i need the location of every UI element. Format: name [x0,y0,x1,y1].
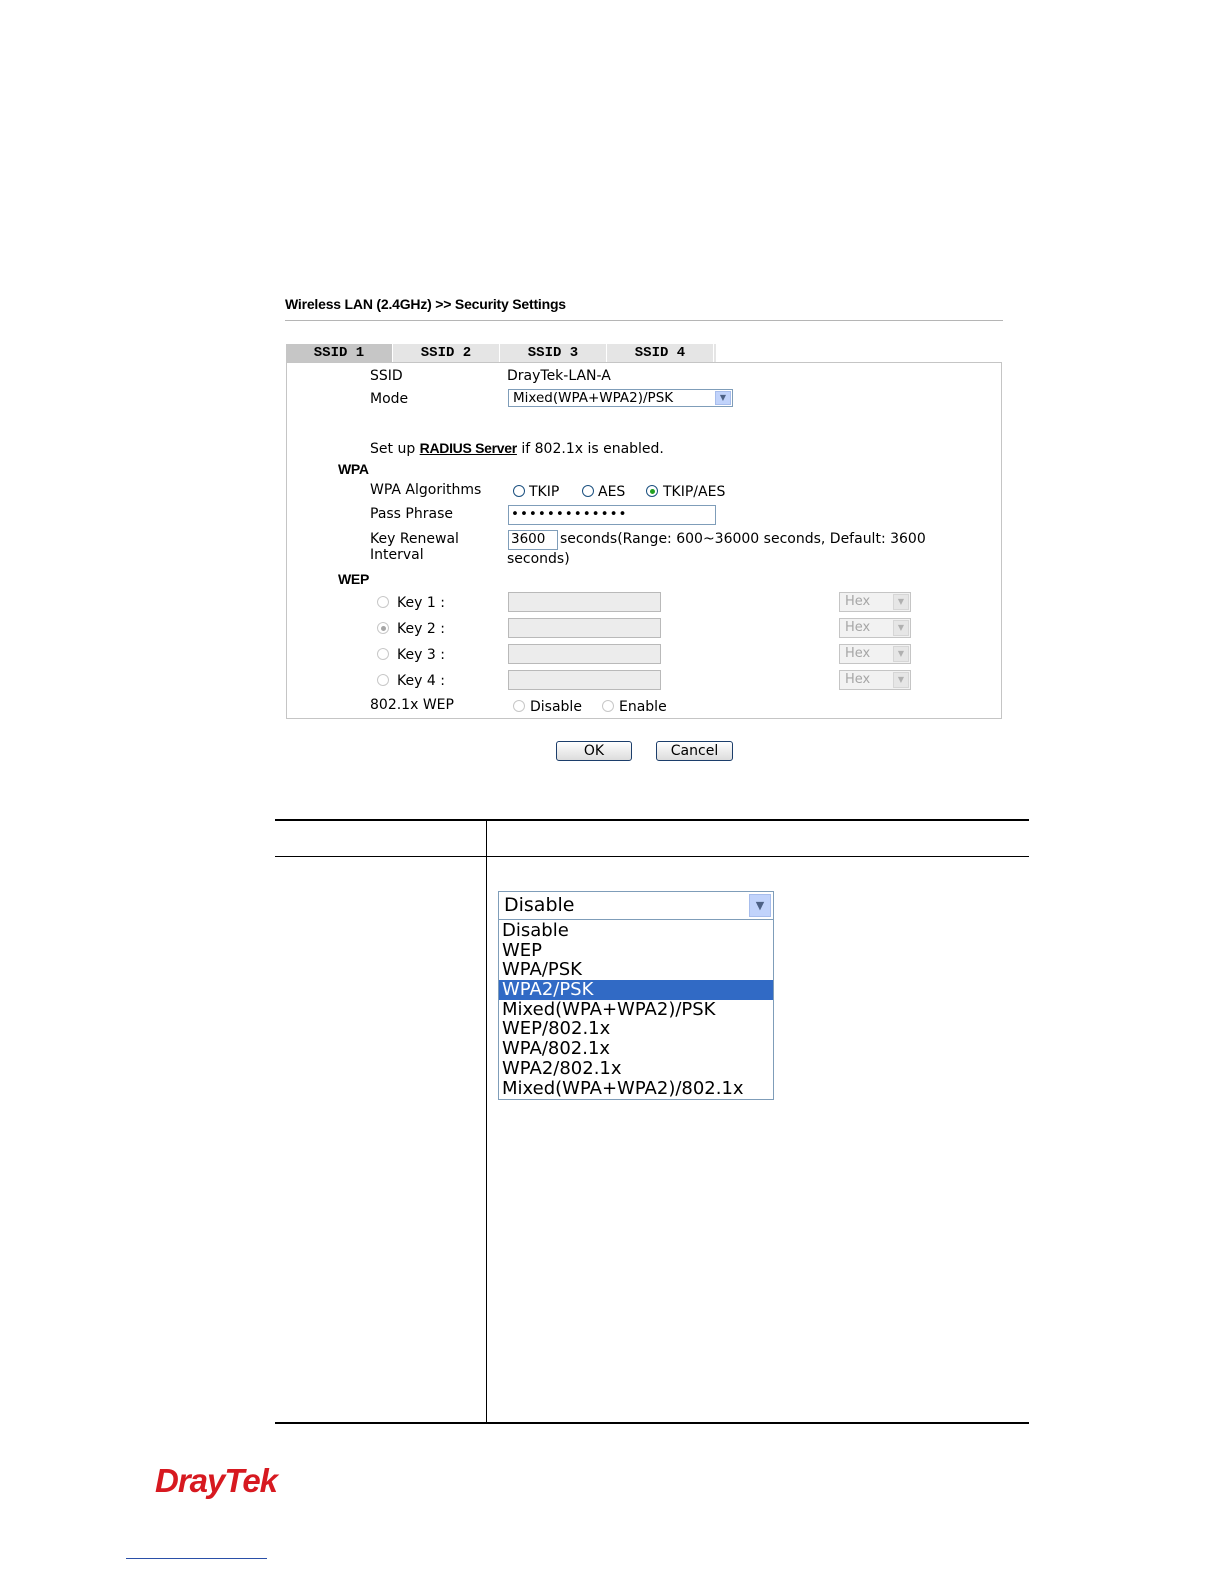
ssid-label: SSID [370,368,403,384]
key-2-radio[interactable] [377,622,389,634]
table-column-divider [486,820,487,1423]
draytek-logo: DrayTek [155,1462,278,1499]
table-header-rule [275,856,1029,857]
aes-label: AES [598,484,626,500]
key-4-radio[interactable] [377,674,389,686]
key-3-input[interactable] [508,644,661,664]
dot1x-enable-radio[interactable] [602,700,614,712]
ok-button[interactable]: OK [556,741,632,761]
dot1x-wep-label: 802.1x WEP [370,697,454,713]
mode-option-mixed-psk[interactable]: Mixed(WPA+WPA2)/PSK [499,1000,773,1020]
ssid-tab-bar: SSID 1 SSID 2 SSID 3 SSID 4 [286,344,716,362]
wep-heading: WEP [338,571,369,587]
mode-option-wpa2-8021x[interactable]: WPA2/802.1x [499,1059,773,1079]
radius-note-prefix: Set up [370,441,420,457]
mode-option-wep[interactable]: WEP [499,940,773,961]
cancel-button[interactable]: Cancel [656,741,733,761]
chevron-down-icon: ▼ [749,894,771,917]
mode-option-wep-8021x[interactable]: WEP/802.1x [499,1019,773,1039]
key-2-label: Key 2 : [397,621,445,637]
key-3-label: Key 3 : [397,647,445,663]
tab-ssid-3[interactable]: SSID 3 [500,344,607,362]
mode-option-wpa2-psk[interactable]: WPA2/PSK [499,980,773,1000]
mode-option-disable[interactable]: Disable [499,921,773,941]
key-renewal-note-line-2: seconds) [507,551,570,567]
wpa-heading: WPA [338,461,369,477]
tkip-radio[interactable] [513,485,525,497]
footer-link-underline [126,1558,267,1559]
pass-phrase-label: Pass Phrase [370,506,453,522]
key-renewal-note: seconds(Range: 600~36000 seconds, Defaul… [560,531,926,547]
tkip-aes-label: TKIP/AES [663,484,726,500]
key-1-radio[interactable] [377,596,389,608]
radius-note-suffix: if 802.1x is enabled. [516,441,664,457]
key-renewal-label-line-2: Interval [370,547,424,563]
mode-select[interactable]: Mixed(WPA+WPA2)/PSK ▼ [508,389,733,407]
chevron-down-icon: ▼ [893,594,909,610]
chevron-down-icon: ▼ [715,391,731,405]
key-1-label: Key 1 : [397,595,445,611]
chevron-down-icon: ▼ [893,672,909,688]
mode-option-wpa-8021x[interactable]: WPA/802.1x [499,1039,773,1059]
aes-radio[interactable] [582,485,594,497]
tab-ssid-1[interactable]: SSID 1 [286,344,393,362]
table-bottom-rule [275,1422,1029,1424]
mode-select-value: Mixed(WPA+WPA2)/PSK [513,390,674,406]
key-2-format-select[interactable]: Hex ▼ [839,618,911,638]
dot1x-enable-label: Enable [619,699,667,715]
dot1x-disable-label: Disable [530,699,582,715]
mode-option-wpa-psk[interactable]: WPA/PSK [499,960,773,980]
key-1-format-select[interactable]: Hex ▼ [839,592,911,612]
mode-label: Mode [370,391,409,407]
radius-server-link[interactable]: RADIUS Server [420,440,518,456]
wpa-algorithms-label: WPA Algorithms [370,482,482,498]
breadcrumb-divider [285,320,1003,321]
radius-note: Set up RADIUS Server if 802.1x is enable… [370,440,664,457]
key-1-input[interactable] [508,592,661,612]
key-4-label: Key 4 : [397,673,445,689]
chevron-down-icon: ▼ [893,646,909,662]
key-2-input[interactable] [508,618,661,638]
tkip-aes-radio[interactable] [646,485,658,497]
mode-dropdown-value: Disable [504,894,575,916]
key-renewal-label: Key Renewal [370,531,459,547]
ssid-value: DrayTek-LAN-A [507,368,611,384]
table-top-rule [275,819,1029,821]
tab-ssid-2[interactable]: SSID 2 [393,344,500,362]
key-2-format-value: Hex [845,620,871,635]
tkip-label: TKIP [529,484,560,500]
chevron-down-icon: ▼ [893,620,909,636]
key-1-format-value: Hex [845,594,871,609]
key-4-format-value: Hex [845,672,871,687]
key-4-format-select[interactable]: Hex ▼ [839,670,911,690]
radio-selected-dot [380,625,386,631]
page-breadcrumb: Wireless LAN (2.4GHz) >> Security Settin… [285,296,566,312]
pass-phrase-input[interactable]: ••••••••••••• [508,505,716,525]
key-4-input[interactable] [508,670,661,690]
key-3-radio[interactable] [377,648,389,660]
key-3-format-select[interactable]: Hex ▼ [839,644,911,664]
key-3-format-value: Hex [845,646,871,661]
dot1x-disable-radio[interactable] [513,700,525,712]
key-renewal-input[interactable]: 3600 [508,530,558,550]
mode-option-mixed-8021x[interactable]: Mixed(WPA+WPA2)/802.1x [499,1078,773,1099]
radio-selected-dot [649,488,655,494]
mode-dropdown-list: Disable WEP WPA/PSK WPA2/PSK Mixed(WPA+W… [498,920,774,1100]
tab-ssid-4[interactable]: SSID 4 [607,344,714,362]
mode-dropdown[interactable]: Disable ▼ [498,891,774,920]
